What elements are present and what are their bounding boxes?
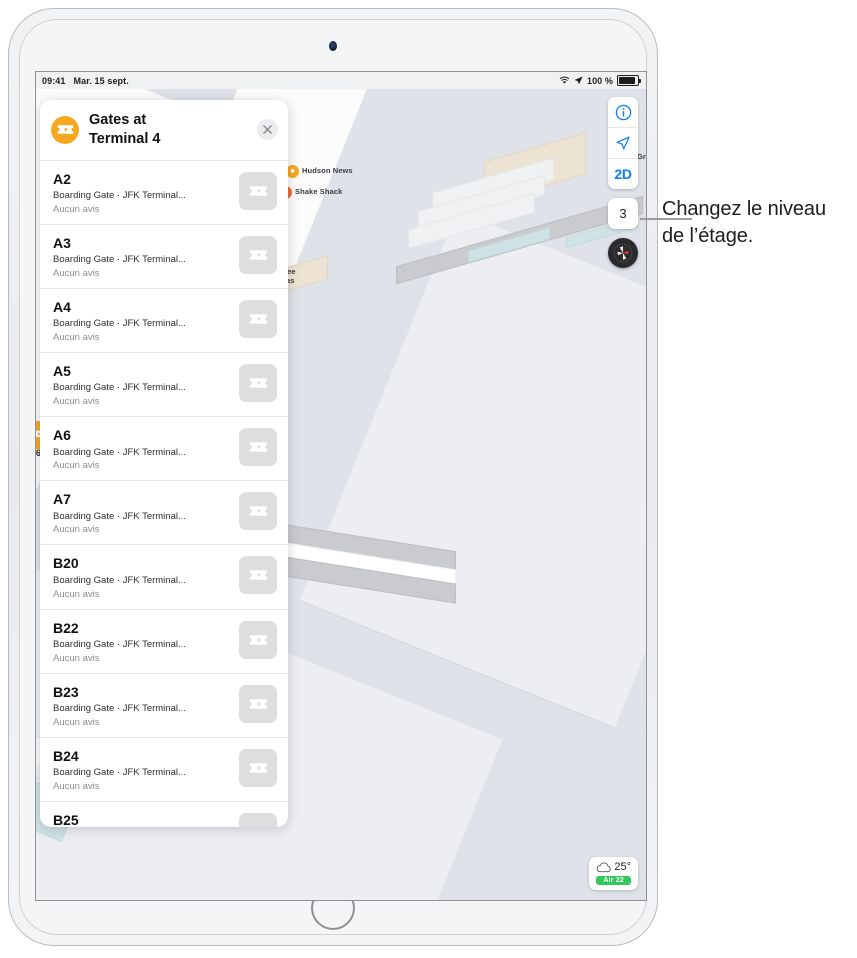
- poi-label: Gri: [637, 152, 646, 162]
- front-camera: [329, 41, 337, 51]
- gate-subtitle: Boarding Gate · JFK Terminal...: [53, 318, 186, 330]
- gate-reviews: Aucun avis: [53, 268, 100, 280]
- gate-thumbnail: [239, 492, 277, 531]
- floor-level-button[interactable]: 3: [608, 198, 638, 229]
- weather-widget[interactable]: 25° Air 22: [589, 857, 638, 890]
- poi-label: Hudson News: [302, 166, 353, 176]
- gate-label: A4: [53, 299, 71, 316]
- gate-subtitle: Boarding Gate · JFK Terminal...: [53, 510, 186, 522]
- gate-label: A5: [53, 363, 71, 380]
- floor-level-label: 3: [619, 206, 627, 221]
- gate-label: A3: [53, 235, 71, 252]
- gate-thumbnail: [239, 620, 277, 659]
- gate-reviews: Aucun avis: [53, 396, 100, 408]
- gate-label: A6: [53, 427, 71, 444]
- list-item[interactable]: B20 Boarding Gate · JFK Terminal... Aucun …: [40, 544, 288, 608]
- gate-reviews: Aucun avis: [53, 524, 100, 536]
- gate-subtitle: Boarding Gate · JFK Terminal...: [53, 702, 186, 714]
- gate-thumbnail: [239, 236, 277, 275]
- list-item[interactable]: A7 Boarding Gate · JFK Terminal... Aucun a…: [40, 480, 288, 544]
- battery-icon: [617, 75, 641, 86]
- list-item[interactable]: B22 Boarding Gate · JFK Terminal... Aucun …: [40, 608, 288, 673]
- poi-marker[interactable]: ■ Hudson News: [286, 165, 353, 178]
- info-button[interactable]: [608, 97, 638, 127]
- locate-me-button[interactable]: [608, 127, 638, 158]
- gate-subtitle: Boarding Gate · JFK Terminal...: [53, 766, 186, 778]
- list-item[interactable]: B24 Boarding Gate · JFK Terminal... Aucun …: [40, 736, 288, 801]
- gate-thumbnail: [239, 684, 277, 723]
- list-item[interactable]: A2 Boarding Gate · JFK Terminal... Aucun a…: [40, 160, 288, 224]
- wifi-icon: [559, 76, 570, 84]
- gate-reviews: Aucun avis: [53, 588, 100, 600]
- map-floor-slab-right: [299, 210, 646, 728]
- air-quality-badge: Air 22: [596, 876, 631, 885]
- page-title-line1: Gates at: [89, 112, 147, 128]
- gate-subtitle: Boarding Gate · JFK Terminal...: [53, 382, 186, 394]
- gate-subtitle: Boarding Gate · JFK Terminal...: [53, 638, 186, 650]
- gate-reviews: Aucun avis: [53, 332, 100, 344]
- close-icon: [263, 125, 272, 134]
- compass-icon: [610, 240, 636, 266]
- gate-reviews: Aucun avis: [53, 652, 100, 664]
- gate-thumbnail: [239, 300, 277, 339]
- gate-label: B20: [53, 555, 79, 572]
- gate-label: B25: [53, 811, 79, 827]
- temperature-label: 25°: [614, 861, 631, 873]
- gate-reviews: Aucun avis: [53, 204, 100, 216]
- location-arrow-icon: [616, 136, 630, 150]
- panel-header: Gates at Terminal 4: [40, 100, 288, 160]
- list-item-partial[interactable]: B25: [40, 800, 288, 827]
- list-item[interactable]: A4 Boarding Gate · JFK Terminal... Aucun a…: [40, 288, 288, 352]
- boarding-pass-icon: [51, 115, 79, 144]
- list-item[interactable]: A5 Boarding Gate · JFK Terminal... Aucun a…: [40, 352, 288, 416]
- dimension-toggle-button[interactable]: 2D: [608, 158, 638, 189]
- callout-annotation: Changez le niveau de l’étage.: [662, 196, 852, 249]
- gate-subtitle: Boarding Gate · JFK Terminal...: [53, 574, 186, 586]
- ipad-screen: 09:41 Mar. 15 sept. 100 % ■ Hudson News …: [36, 72, 646, 900]
- gate-label: B22: [53, 619, 79, 636]
- gate-reviews: Aucun avis: [53, 716, 100, 728]
- poi-label: Shake Shack: [295, 187, 343, 197]
- gate-thumbnail: [239, 428, 277, 467]
- compass-button[interactable]: [608, 238, 638, 268]
- gate-thumbnail: [239, 172, 277, 211]
- status-bar: 09:41 Mar. 15 sept. 100 %: [36, 72, 646, 89]
- gates-list[interactable]: A2 Boarding Gate · JFK Terminal... Aucun a…: [40, 160, 288, 801]
- gate-subtitle: Boarding Gate · JFK Terminal...: [53, 254, 186, 266]
- gate-subtitle: Boarding Gate · JFK Terminal...: [53, 446, 186, 458]
- page-title: Gates at Terminal 4: [89, 111, 247, 148]
- status-time: 09:41: [42, 75, 66, 86]
- gate-thumbnail: [239, 748, 277, 787]
- list-item[interactable]: B23 Boarding Gate · JFK Terminal... Aucun …: [40, 672, 288, 737]
- list-item[interactable]: A6 Boarding Gate · JFK Terminal... Aucun a…: [40, 416, 288, 480]
- close-button[interactable]: [257, 119, 278, 141]
- gate-label: A2: [53, 171, 71, 188]
- info-icon: [615, 104, 631, 120]
- gates-list-panel[interactable]: Gates at Terminal 4 A2 Boarding Gate · JF…: [40, 100, 288, 827]
- gate-label: B23: [53, 683, 79, 700]
- gate-thumbnail: [239, 812, 277, 827]
- map-controls[interactable]: 2D 3: [608, 97, 638, 268]
- location-arrow-icon: [574, 76, 583, 85]
- poi-marker[interactable]: ☲ Shake Shack: [279, 186, 342, 199]
- list-item[interactable]: A3 Boarding Gate · JFK Terminal... Aucun a…: [40, 224, 288, 288]
- cloud-icon: [597, 862, 611, 872]
- page-title-line2: Terminal 4: [89, 130, 161, 147]
- gate-reviews: Aucun avis: [53, 460, 100, 472]
- gate-label: B24: [53, 747, 79, 764]
- gate-label: A7: [53, 491, 71, 508]
- gate-subtitle: Boarding Gate · JFK Terminal...: [53, 190, 186, 202]
- map-control-group[interactable]: 2D: [608, 97, 638, 189]
- dimension-label: 2D: [614, 166, 632, 182]
- gate-reviews: Aucun avis: [53, 780, 100, 792]
- battery-percent: 100 %: [586, 75, 613, 86]
- callout-text: Changez le niveau de l’étage.: [662, 198, 826, 247]
- ipad-device-frame: 09:41 Mar. 15 sept. 100 % ■ Hudson News …: [8, 8, 658, 946]
- gate-thumbnail: [239, 556, 277, 595]
- gate-thumbnail: [239, 364, 277, 403]
- status-date: Mar. 15 sept.: [73, 75, 129, 86]
